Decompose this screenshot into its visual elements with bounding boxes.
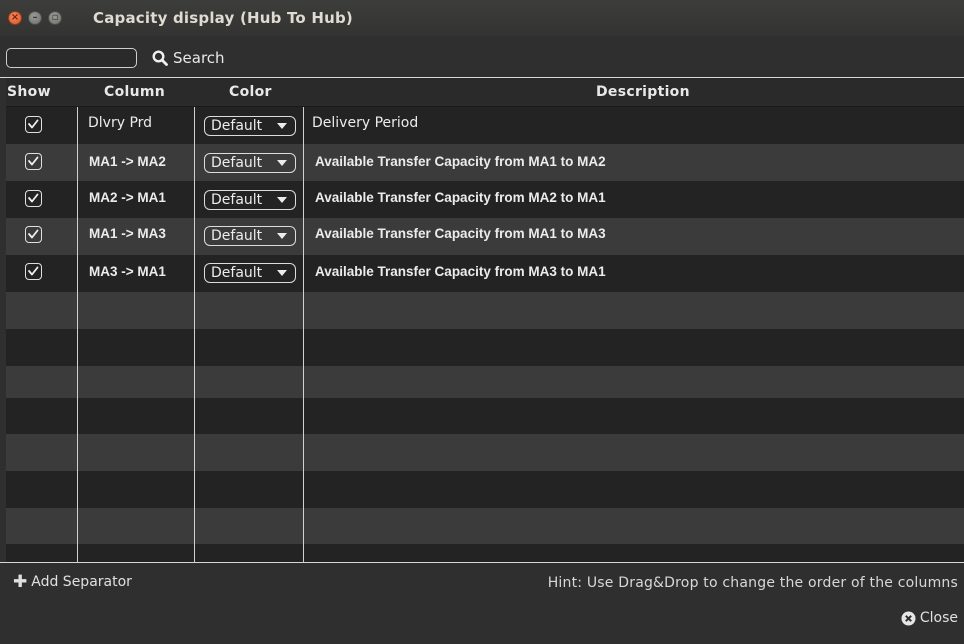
show-checkbox[interactable] [25, 226, 42, 243]
header-color[interactable]: Color [229, 84, 272, 100]
empty-row [6, 544, 964, 562]
checkmark-icon [28, 193, 39, 203]
table-row[interactable]: MA1 -> MA2 Default Available Transfer Ca… [6, 144, 964, 181]
close-circle-icon [901, 611, 916, 625]
color-dropdown-value: Default [211, 192, 263, 208]
chevron-down-icon [277, 160, 287, 166]
color-dropdown[interactable]: Default [204, 190, 296, 210]
table-row[interactable]: Dlvry Prd Default Delivery Period [6, 107, 964, 144]
color-dropdown[interactable]: Default [204, 226, 296, 246]
window-close-button[interactable]: × [8, 11, 22, 25]
color-dropdown-value: Default [211, 228, 263, 244]
close-label: Close [919, 610, 958, 626]
color-dropdown[interactable]: Default [204, 263, 296, 283]
column-name: Dlvry Prd [88, 115, 153, 131]
window-minimize-button[interactable]: – [28, 11, 42, 25]
column-name: MA1 -> MA3 [89, 226, 166, 241]
title-bar: × – ▫ Capacity display (Hub To Hub) [0, 0, 964, 36]
chevron-down-icon [277, 197, 287, 203]
table-row[interactable]: MA2 -> MA1 Default Available Transfer Ca… [6, 181, 964, 218]
header-description[interactable]: Description [596, 84, 690, 100]
color-dropdown[interactable]: Default [204, 116, 296, 136]
empty-row [6, 398, 964, 435]
empty-row [6, 329, 964, 366]
table-row[interactable]: MA3 -> MA1 Default Available Transfer Ca… [6, 255, 964, 292]
show-checkbox[interactable] [25, 153, 42, 170]
empty-row [6, 292, 964, 329]
column-divider [77, 107, 78, 562]
column-description: Available Transfer Capacity from MA2 to … [315, 190, 606, 205]
show-checkbox[interactable] [25, 190, 42, 207]
checkmark-icon [28, 229, 39, 239]
add-separator-label: Add Separator [31, 574, 132, 590]
hint-text: Hint: Use Drag&Drop to change the order … [547, 575, 958, 591]
table-header: Show Column Color Description [6, 78, 964, 107]
close-x-icon: × [10, 12, 20, 23]
search-input[interactable] [6, 48, 137, 68]
color-dropdown-value: Default [211, 118, 263, 134]
minimize-icon: – [32, 12, 38, 23]
column-description: Available Transfer Capacity from MA1 to … [315, 154, 606, 169]
checkmark-icon [28, 156, 39, 166]
column-description: Available Transfer Capacity from MA3 to … [315, 264, 606, 279]
chevron-down-icon [277, 123, 287, 129]
column-divider [303, 107, 304, 562]
color-dropdown-value: Default [211, 265, 263, 281]
chevron-down-icon [277, 270, 287, 276]
chevron-down-icon [277, 233, 287, 239]
column-name: MA3 -> MA1 [89, 264, 166, 279]
table-row[interactable]: MA1 -> MA3 Default Available Transfer Ca… [6, 218, 964, 255]
search-button[interactable]: Search [152, 49, 225, 67]
search-label: Search [173, 49, 225, 67]
show-checkbox[interactable] [25, 116, 42, 133]
window-maximize-button[interactable]: ▫ [48, 11, 62, 25]
checkmark-icon [28, 119, 39, 129]
header-show[interactable]: Show [7, 84, 51, 100]
add-separator-button[interactable]: ✚ Add Separator [13, 572, 132, 592]
close-button[interactable]: Close [901, 610, 958, 626]
color-dropdown[interactable]: Default [204, 153, 296, 173]
checkmark-icon [28, 266, 39, 276]
empty-row [6, 434, 964, 471]
columns-table: Show Column Color Description Dlvry Prd … [6, 78, 964, 562]
column-divider [194, 107, 195, 562]
capacity-display-window: × – ▫ Capacity display (Hub To Hub) Sear… [0, 0, 964, 644]
column-name: MA1 -> MA2 [89, 154, 166, 169]
window-title: Capacity display (Hub To Hub) [93, 9, 353, 27]
plus-icon: ✚ [13, 572, 28, 592]
maximize-icon: ▫ [51, 12, 59, 23]
column-name: MA2 -> MA1 [89, 190, 166, 205]
header-column[interactable]: Column [104, 84, 165, 100]
empty-row [6, 508, 964, 545]
search-bar: Search [0, 36, 964, 78]
show-checkbox[interactable] [25, 263, 42, 280]
search-icon [152, 50, 168, 66]
column-description: Available Transfer Capacity from MA1 to … [315, 226, 606, 241]
column-description: Delivery Period [312, 115, 419, 131]
empty-row [6, 471, 964, 508]
dialog-footer: ✚ Add Separator Hint: Use Drag&Drop to c… [0, 562, 964, 644]
color-dropdown-value: Default [211, 155, 263, 171]
